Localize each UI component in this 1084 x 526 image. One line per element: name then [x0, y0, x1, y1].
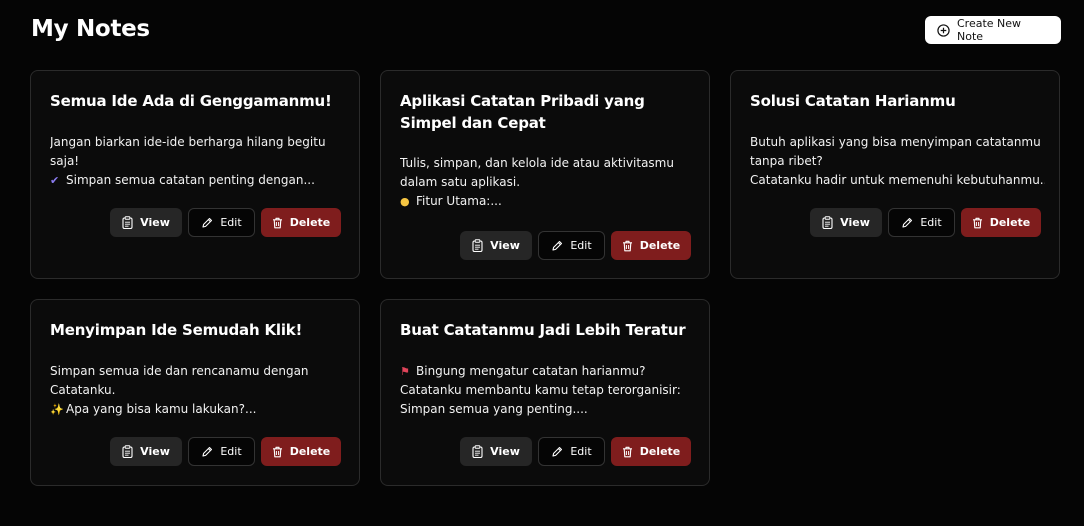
note-preview-line: Butuh aplikasi yang bisa menyimpan catat…: [750, 135, 1041, 149]
checkmark-icon: ✔: [50, 174, 60, 187]
delete-button[interactable]: Delete: [961, 208, 1041, 237]
note-title: Solusi Catatan Harianmu: [750, 92, 956, 110]
note-preview-line: Catatanku.: [50, 383, 116, 397]
view-button[interactable]: View: [810, 208, 882, 237]
plus-circle-icon: [937, 23, 950, 37]
note-actions: View Edit Delete: [110, 437, 341, 466]
view-label: View: [140, 216, 170, 229]
edit-button[interactable]: Edit: [538, 437, 605, 466]
note-actions: View Edit Delete: [460, 231, 691, 260]
delete-button[interactable]: Delete: [611, 231, 691, 260]
note-preview-line: dalam satu aplikasi.: [400, 175, 521, 189]
sparkles-icon: ✨: [50, 403, 64, 416]
clipboard-icon: [122, 216, 133, 229]
edit-label: Edit: [920, 216, 942, 229]
note-preview-line: Simpan semua ide dan rencanamu dengan: [50, 364, 309, 378]
note-actions: View Edit Delete: [460, 437, 691, 466]
trash-icon: [972, 217, 983, 229]
note-card: Aplikasi Catatan Pribadi yang Simpel dan…: [380, 70, 710, 279]
delete-label: Delete: [289, 216, 331, 229]
note-title: Buat Catatanmu Jadi Lebih Teratur: [400, 321, 686, 339]
clipboard-icon: [472, 445, 483, 458]
delete-label: Delete: [289, 445, 331, 458]
trash-icon: [272, 217, 283, 229]
note-preview-line: Simpan semua yang penting....: [400, 402, 588, 416]
edit-button[interactable]: Edit: [888, 208, 955, 237]
note-title: Menyimpan Ide Semudah Klik!: [50, 321, 303, 339]
view-label: View: [490, 445, 520, 458]
edit-button[interactable]: Edit: [188, 437, 255, 466]
note-preview-line: ● Fitur Utama:...: [400, 192, 695, 211]
note-card: Menyimpan Ide Semudah Klik! Simpan semua…: [30, 299, 360, 486]
trash-icon: [272, 446, 283, 458]
note-preview-line: ✨ Apa yang bisa kamu lakukan?...: [50, 400, 345, 419]
pencil-icon: [201, 446, 213, 458]
clipboard-icon: [472, 239, 483, 252]
pencil-icon: [201, 217, 213, 229]
note-preview: ⚑ Bingung mengatur catatan harianmu? Cata…: [400, 362, 695, 419]
clipboard-icon: [822, 216, 833, 229]
edit-button[interactable]: Edit: [188, 208, 255, 237]
note-preview: Simpan semua ide dan rencanamu dengan Ca…: [50, 362, 345, 419]
view-button[interactable]: View: [110, 437, 182, 466]
create-new-note-button[interactable]: Create New Note: [925, 16, 1061, 44]
note-preview-line: tanpa ribet?: [750, 154, 823, 168]
note-title: Aplikasi Catatan Pribadi yang Simpel dan…: [400, 92, 645, 132]
note-card: Solusi Catatan Harianmu Butuh aplikasi y…: [730, 70, 1060, 279]
view-label: View: [840, 216, 870, 229]
view-button[interactable]: View: [110, 208, 182, 237]
view-button[interactable]: View: [460, 231, 532, 260]
pencil-icon: [901, 217, 913, 229]
note-preview-line: Tulis, simpan, dan kelola ide atau aktiv…: [400, 156, 674, 170]
pencil-icon: [551, 240, 563, 252]
delete-button[interactable]: Delete: [261, 208, 341, 237]
note-preview: Jangan biarkan ide-ide berharga hilang b…: [50, 133, 345, 190]
edit-button[interactable]: Edit: [538, 231, 605, 260]
note-card: Semua Ide Ada di Genggamanmu! Jangan bia…: [30, 70, 360, 279]
view-label: View: [490, 239, 520, 252]
note-preview-line: ⚑ Bingung mengatur catatan harianmu?: [400, 362, 695, 381]
delete-button[interactable]: Delete: [611, 437, 691, 466]
view-label: View: [140, 445, 170, 458]
page-header: My Notes Create New Note: [31, 14, 1061, 46]
pin-icon: ⚑: [400, 365, 410, 378]
note-preview: Tulis, simpan, dan kelola ide atau aktiv…: [400, 154, 695, 211]
note-actions: View Edit Delete: [110, 208, 341, 237]
page-title: My Notes: [31, 16, 150, 42]
note-title: Semua Ide Ada di Genggamanmu!: [50, 92, 332, 110]
edit-label: Edit: [570, 445, 592, 458]
clipboard-icon: [122, 445, 133, 458]
delete-label: Delete: [989, 216, 1031, 229]
pencil-icon: [551, 446, 563, 458]
note-preview-line: Catatanku hadir untuk memenuhi kebutuhan…: [750, 173, 1045, 187]
create-new-note-label: Create New Note: [957, 17, 1022, 43]
edit-label: Edit: [570, 239, 592, 252]
delete-label: Delete: [639, 239, 681, 252]
note-preview-line: ✔ Simpan semua catatan penting dengan...: [50, 171, 345, 190]
note-preview-line: saja!: [50, 154, 80, 168]
delete-label: Delete: [639, 445, 681, 458]
edit-label: Edit: [220, 216, 242, 229]
edit-label: Edit: [220, 445, 242, 458]
trash-icon: [622, 446, 633, 458]
delete-button[interactable]: Delete: [261, 437, 341, 466]
lightbulb-icon: ●: [400, 195, 410, 208]
trash-icon: [622, 240, 633, 252]
note-preview-line: Jangan biarkan ide-ide berharga hilang b…: [50, 135, 326, 149]
note-preview: Butuh aplikasi yang bisa menyimpan catat…: [750, 133, 1045, 190]
note-preview-line: Catatanku membantu kamu tetap terorganis…: [400, 383, 681, 397]
view-button[interactable]: View: [460, 437, 532, 466]
note-card: Buat Catatanmu Jadi Lebih Teratur ⚑ Bingu…: [380, 299, 710, 486]
note-actions: View Edit Delete: [810, 208, 1041, 237]
